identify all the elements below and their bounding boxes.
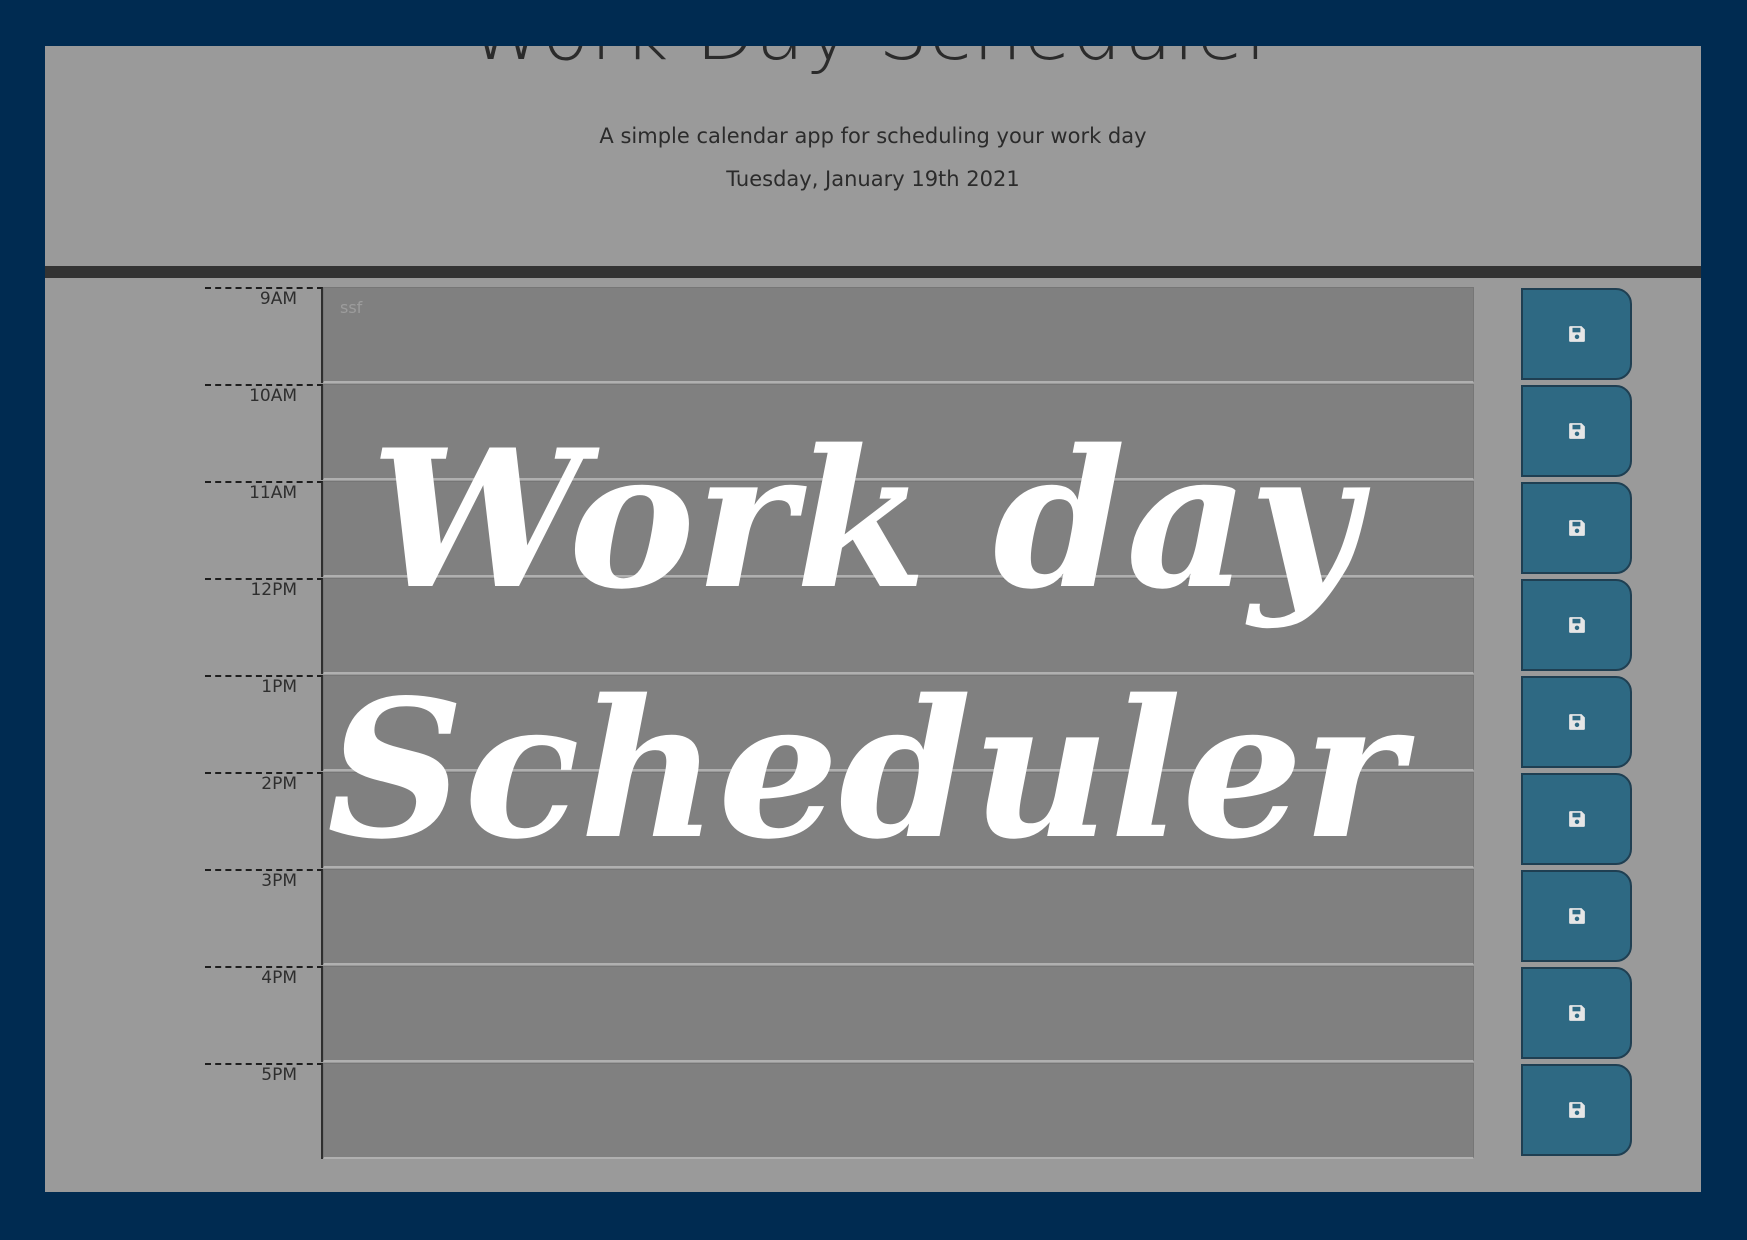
- hour-column: 12PM: [205, 578, 323, 674]
- hour-label: 11AM: [249, 483, 297, 503]
- hour-label: 2PM: [261, 774, 297, 794]
- save-button[interactable]: [1521, 482, 1632, 574]
- save-button[interactable]: [1521, 579, 1632, 671]
- save-icon: [1568, 713, 1586, 731]
- hour-column: 5PM: [205, 1063, 323, 1159]
- hour-label: 9AM: [259, 289, 297, 309]
- time-block: 12PM: [205, 578, 1642, 674]
- save-button[interactable]: [1521, 967, 1632, 1059]
- save-icon: [1568, 422, 1586, 440]
- save-icon: [1568, 325, 1586, 343]
- save-icon: [1568, 1101, 1586, 1119]
- time-block: 3PM: [205, 869, 1642, 965]
- hour-label: 12PM: [250, 580, 297, 600]
- hour-column: 10AM: [205, 384, 323, 480]
- page-title: Work Day Scheduler: [45, 46, 1701, 72]
- event-description-input[interactable]: [323, 384, 1474, 480]
- hour-label: 3PM: [261, 871, 297, 891]
- save-button[interactable]: [1521, 288, 1632, 380]
- event-description-input[interactable]: [323, 966, 1474, 1062]
- event-description-input[interactable]: [323, 675, 1474, 771]
- hour-label: 10AM: [249, 386, 297, 406]
- hour-column: 1PM: [205, 675, 323, 771]
- time-block: 10AM: [205, 384, 1642, 480]
- event-description-input[interactable]: [323, 1063, 1474, 1159]
- save-icon: [1568, 1004, 1586, 1022]
- event-description-input[interactable]: [323, 869, 1474, 965]
- event-description-input[interactable]: ssf: [323, 287, 1474, 383]
- header: Work Day Scheduler A simple calendar app…: [45, 46, 1701, 266]
- save-button[interactable]: [1521, 870, 1632, 962]
- current-date: Tuesday, January 19th 2021: [726, 167, 1020, 191]
- save-button[interactable]: [1521, 773, 1632, 865]
- save-button[interactable]: [1521, 676, 1632, 768]
- time-block: 11AM: [205, 481, 1642, 577]
- time-block: 2PM: [205, 772, 1642, 868]
- hour-column: 9AM: [205, 287, 323, 383]
- event-description-input[interactable]: [323, 481, 1474, 577]
- time-block: 1PM: [205, 675, 1642, 771]
- save-button[interactable]: [1521, 1064, 1632, 1156]
- event-description-input[interactable]: [323, 772, 1474, 868]
- hour-label: 4PM: [261, 968, 297, 988]
- save-button[interactable]: [1521, 385, 1632, 477]
- hour-label: 5PM: [261, 1065, 297, 1085]
- event-description-input[interactable]: [323, 578, 1474, 674]
- save-icon: [1568, 519, 1586, 537]
- app-window: Work Day Scheduler A simple calendar app…: [45, 46, 1701, 1192]
- time-block: 5PM: [205, 1063, 1642, 1159]
- save-icon: [1568, 616, 1586, 634]
- hour-column: 11AM: [205, 481, 323, 577]
- hour-column: 2PM: [205, 772, 323, 868]
- hour-column: 3PM: [205, 869, 323, 965]
- page-subtitle: A simple calendar app for scheduling you…: [599, 124, 1147, 148]
- save-icon: [1568, 907, 1586, 925]
- save-icon: [1568, 810, 1586, 828]
- hour-column: 4PM: [205, 966, 323, 1062]
- time-block: 9AM ssf: [205, 287, 1642, 383]
- time-block: 4PM: [205, 966, 1642, 1062]
- hour-label: 1PM: [261, 677, 297, 697]
- header-divider: [45, 266, 1701, 278]
